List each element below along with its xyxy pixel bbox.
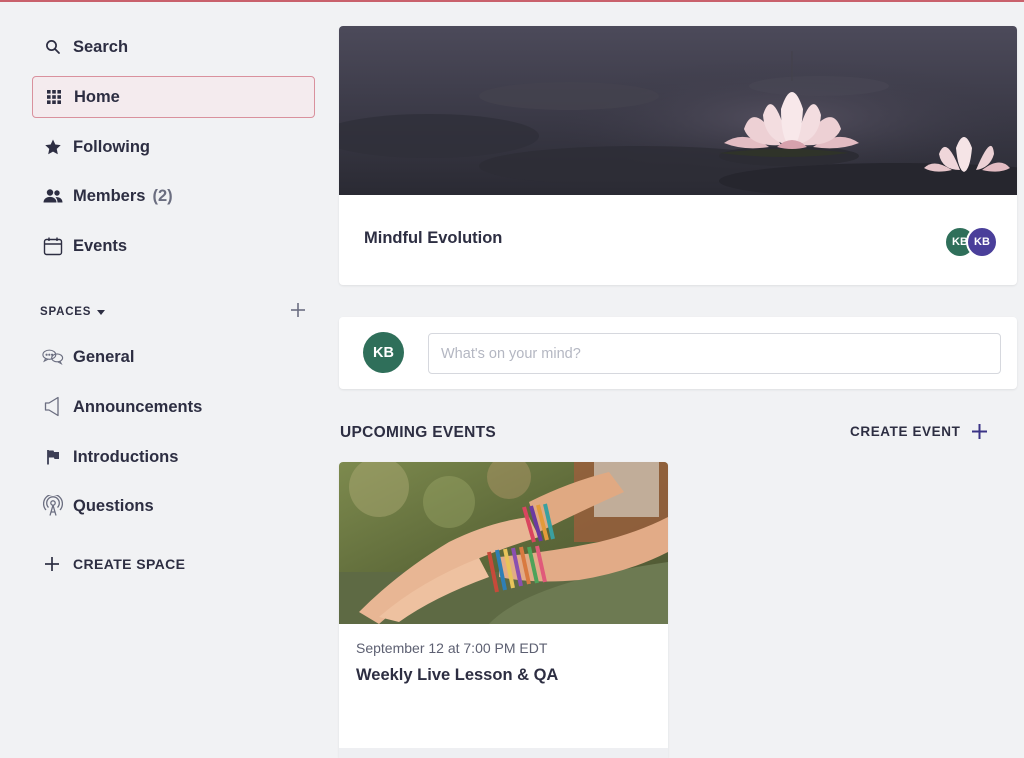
avatar[interactable]: KB	[966, 226, 998, 258]
event-title[interactable]: Weekly Live Lesson & QA	[356, 666, 558, 685]
space-item-label: Announcements	[73, 397, 203, 416]
spaces-header: SPACES	[40, 302, 305, 322]
sidebar-item-following[interactable]: Following	[32, 126, 315, 168]
create-event-label: CREATE EVENT	[850, 424, 961, 439]
space-item-label: Questions	[73, 496, 154, 515]
space-item-label: Introductions	[73, 447, 179, 466]
grid-icon	[43, 86, 65, 108]
flag-icon	[42, 446, 64, 468]
sidebar-item-label: Following	[73, 137, 150, 156]
community-title: Mindful Evolution	[364, 229, 503, 247]
star-icon	[42, 136, 64, 158]
members-count: (2)	[152, 186, 173, 205]
post-input[interactable]	[428, 333, 1001, 374]
create-event-button[interactable]: CREATE EVENT	[850, 424, 988, 439]
space-item-introductions[interactable]: Introductions	[32, 436, 315, 478]
sidebar-item-search[interactable]: Search	[32, 26, 315, 68]
lotus-cover-image	[339, 26, 1017, 195]
space-item-questions[interactable]: Questions	[32, 485, 315, 527]
caret-down-icon	[97, 309, 106, 315]
space-item-general[interactable]: General	[32, 336, 315, 378]
plus-icon	[42, 557, 62, 571]
event-date: September 12 at 7:00 PM EDT	[356, 640, 548, 656]
sidebar-item-members[interactable]: Members (2)	[32, 175, 315, 217]
megaphone-icon	[42, 396, 64, 418]
community-hero-card: Mindful Evolution KB KB	[339, 26, 1017, 285]
broadcast-icon	[42, 495, 64, 517]
avatar[interactable]: KB	[363, 332, 404, 373]
spaces-dropdown[interactable]: SPACES	[40, 306, 106, 318]
sidebar-item-home[interactable]: Home	[32, 76, 315, 118]
sidebar-item-label: Home	[74, 87, 120, 106]
add-space-button[interactable]	[291, 302, 305, 322]
sidebar-item-label: Events	[73, 236, 128, 255]
upcoming-events-heading: UPCOMING EVENTS	[340, 424, 497, 441]
search-icon	[42, 36, 64, 58]
plus-icon	[972, 424, 988, 439]
chat-bubbles-icon	[42, 346, 64, 368]
calendar-icon	[42, 235, 64, 257]
plus-icon	[291, 302, 305, 317]
create-space-label: CREATE SPACE	[73, 556, 186, 572]
event-card-footer	[339, 748, 668, 758]
space-item-announcements[interactable]: Announcements	[32, 386, 315, 428]
sidebar-item-events[interactable]: Events	[32, 225, 315, 267]
sidebar-item-label: Search	[73, 37, 129, 56]
sidebar-item-label: Members	[73, 186, 146, 205]
event-card[interactable]: September 12 at 7:00 PM EDT Weekly Live …	[339, 462, 668, 758]
sidebar: Search Home Following Members (2) Events…	[0, 0, 330, 758]
create-space-button[interactable]: CREATE SPACE	[42, 552, 185, 576]
post-composer: KB	[339, 317, 1017, 389]
space-item-label: General	[73, 347, 135, 366]
member-avatars[interactable]: KB KB	[944, 226, 998, 258]
spaces-label: SPACES	[40, 306, 92, 318]
event-cover-image	[339, 462, 668, 624]
people-icon	[42, 185, 64, 207]
